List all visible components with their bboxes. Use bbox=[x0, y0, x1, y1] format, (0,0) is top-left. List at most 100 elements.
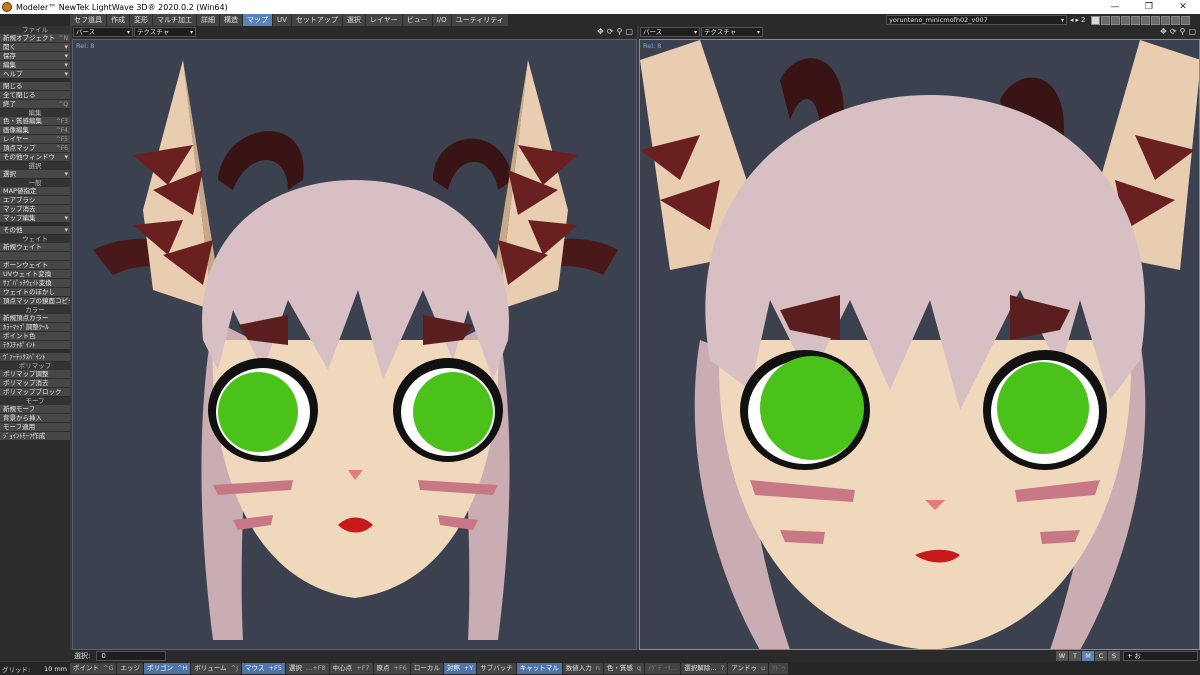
prev-layer-icon[interactable]: ◂ bbox=[1070, 16, 1074, 24]
sidebar-button[interactable]: ヘルプ bbox=[0, 70, 70, 79]
sidebar-button[interactable]: 全て閉じる bbox=[0, 91, 70, 100]
sidebar-button[interactable]: ｶﾗｰﾏｯﾌﾟ調整ﾂｰﾙ bbox=[0, 323, 70, 332]
sidebar-button[interactable]: 閉じる bbox=[0, 82, 70, 91]
move-view-icon[interactable]: ✥ bbox=[1160, 27, 1167, 36]
sidebar-button[interactable]: その他ウィンドウ bbox=[0, 153, 70, 162]
close-button[interactable]: ✕ bbox=[1166, 0, 1200, 14]
sidebar-button[interactable]: 新規モーフ bbox=[0, 405, 70, 414]
menu-tab[interactable]: レイヤー bbox=[365, 14, 403, 26]
sidebar-button[interactable]: ｻﾌﾞﾊﾟｯﾁｳｪｲﾄ変換 bbox=[0, 279, 70, 288]
menu-tab[interactable]: 作成 bbox=[107, 14, 130, 26]
mode-button[interactable]: ローカル bbox=[410, 663, 443, 674]
view-type-select[interactable]: パース bbox=[640, 27, 700, 37]
mode-button[interactable]: 選択 …+F8 bbox=[285, 663, 329, 674]
units-select[interactable]: + お bbox=[1123, 651, 1198, 661]
sidebar-button[interactable]: レイヤー ^F5 bbox=[0, 135, 70, 144]
layer-box[interactable] bbox=[1150, 15, 1160, 25]
maximize-view-icon[interactable]: ▢ bbox=[625, 27, 633, 36]
sidebar-button[interactable]: ｼﾞｮｲﾝﾄﾓｰﾌ作成 bbox=[0, 432, 70, 441]
mode-button[interactable]: 原点 +F6 bbox=[373, 663, 410, 674]
object-selector[interactable]: yorunteno_minicmofh02_v007 ▾ bbox=[886, 15, 1067, 25]
display-toggle-m[interactable]: M bbox=[1082, 651, 1094, 661]
sidebar-button[interactable]: 画像編集 ^F4 bbox=[0, 126, 70, 135]
render-mode-select[interactable]: テクスチャ bbox=[701, 27, 763, 37]
sidebar-button[interactable]: UVウェイト変換 bbox=[0, 270, 70, 279]
sidebar-button[interactable]: マップ編集 bbox=[0, 214, 70, 223]
sidebar-button[interactable]: 背景から挿入 bbox=[0, 414, 70, 423]
layer-box[interactable] bbox=[1120, 15, 1130, 25]
menu-tab[interactable]: 選択 bbox=[342, 14, 366, 26]
layer-box[interactable] bbox=[1160, 15, 1170, 25]
sidebar-button[interactable]: 新規頂点カラー bbox=[0, 314, 70, 323]
move-view-icon[interactable]: ✥ bbox=[597, 27, 604, 36]
rotate-view-icon[interactable]: ⟳ bbox=[1170, 27, 1177, 36]
mode-button[interactable]: 色・質感 q bbox=[603, 663, 645, 674]
sidebar-button[interactable]: 新規オブジェクト ^N bbox=[0, 34, 70, 43]
sidebar-button[interactable]: 終了 ^Q bbox=[0, 100, 70, 109]
maximize-view-icon[interactable]: ▢ bbox=[1188, 27, 1196, 36]
sidebar-button[interactable]: 開く bbox=[0, 43, 70, 52]
layer-box[interactable] bbox=[1090, 15, 1100, 25]
menu-tab[interactable]: マルチ加工 bbox=[153, 14, 197, 26]
sidebar-button[interactable]: 選択 bbox=[0, 170, 70, 179]
minimize-button[interactable]: — bbox=[1098, 0, 1132, 14]
mode-button[interactable]: サブパッチ bbox=[477, 663, 516, 674]
sidebar-button[interactable]: エアブラシ bbox=[0, 196, 70, 205]
layer-box[interactable] bbox=[1100, 15, 1110, 25]
sidebar-button[interactable]: 頂点マップの鏡面コピー bbox=[0, 297, 70, 306]
layer-box[interactable] bbox=[1110, 15, 1120, 25]
display-toggle-t[interactable]: T bbox=[1069, 651, 1081, 661]
mode-button[interactable]: ポリゴン ^H bbox=[143, 663, 191, 674]
mode-button[interactable]: 中心点 +F7 bbox=[329, 663, 373, 674]
maximize-button[interactable]: ❐ bbox=[1132, 0, 1166, 14]
sidebar-button[interactable]: ポリマップ調整 bbox=[0, 370, 70, 379]
render-mode-select[interactable]: テクスチャ bbox=[134, 27, 196, 37]
menu-tab[interactable]: 詳細 bbox=[197, 14, 220, 26]
mode-button[interactable]: ポイント ^G bbox=[70, 663, 117, 674]
menu-tab[interactable]: I/O bbox=[432, 14, 452, 26]
sidebar-button[interactable]: ﾃｸｽﾁｬﾎﾟｲﾝﾄ bbox=[0, 341, 70, 350]
sidebar-button[interactable]: 新規ウェイト bbox=[0, 243, 70, 252]
viewport-canvas[interactable]: Rel: 8 bbox=[639, 39, 1200, 650]
sidebar-button[interactable]: MAP値指定 bbox=[0, 187, 70, 196]
sidebar-button[interactable]: 保存 bbox=[0, 52, 70, 61]
sidebar-button[interactable]: ポリマップ消去 bbox=[0, 379, 70, 388]
layer-box[interactable] bbox=[1180, 15, 1190, 25]
next-layer-icon[interactable]: ▸ bbox=[1076, 16, 1080, 24]
sidebar-button[interactable]: 頂点マップ ^F6 bbox=[0, 144, 70, 153]
sidebar-button[interactable]: 編集 bbox=[0, 61, 70, 70]
sidebar-button[interactable]: モーフ適用 bbox=[0, 423, 70, 432]
menu-tab[interactable]: セフ道具 bbox=[70, 14, 107, 26]
sidebar-button[interactable]: ウェイトのぼかし bbox=[0, 288, 70, 297]
sidebar-button[interactable]: 色・質感編集 ^F3 bbox=[0, 117, 70, 126]
viewport-canvas[interactable]: Rel: 8 bbox=[72, 39, 637, 650]
menu-tab[interactable]: 変形 bbox=[130, 14, 153, 26]
sidebar-button[interactable]: ボーンウェイト bbox=[0, 261, 70, 270]
mode-button[interactable]: アンドゥ u bbox=[728, 663, 769, 674]
menu-tab[interactable]: ユーティリティ bbox=[451, 14, 509, 26]
menu-tab[interactable]: ビュー bbox=[402, 14, 433, 26]
menu-tab[interactable]: セットアップ bbox=[291, 14, 343, 26]
mode-button[interactable]: エッジ bbox=[117, 663, 143, 674]
sidebar-button[interactable]: ポリマップブロック bbox=[0, 388, 70, 397]
zoom-view-icon[interactable]: ⚲ bbox=[1180, 27, 1186, 36]
sidebar-button[interactable] bbox=[0, 252, 70, 261]
mode-button[interactable]: 数値入力 n bbox=[562, 663, 603, 674]
mode-button[interactable]: キャットマル bbox=[516, 663, 562, 674]
mode-button[interactable]: ﾒﾀﾞﾃﾞｰﾀ… bbox=[645, 663, 681, 674]
display-toggle-s[interactable]: S bbox=[1108, 651, 1120, 661]
sidebar-button[interactable]: その他 bbox=[0, 226, 70, 235]
mode-button[interactable]: ボリューム ^J bbox=[191, 663, 242, 674]
mode-button[interactable]: マウス +F5 bbox=[242, 663, 285, 674]
zoom-view-icon[interactable]: ⚲ bbox=[617, 27, 623, 36]
view-type-select[interactable]: パース bbox=[73, 27, 133, 37]
layer-box[interactable] bbox=[1130, 15, 1140, 25]
sidebar-button[interactable]: マップ消去 bbox=[0, 205, 70, 214]
menu-tab[interactable]: マップ bbox=[243, 14, 273, 26]
layer-box[interactable] bbox=[1170, 15, 1180, 25]
display-toggle-c[interactable]: C bbox=[1095, 651, 1107, 661]
menu-tab[interactable]: UV bbox=[273, 14, 292, 26]
rotate-view-icon[interactable]: ⟳ bbox=[607, 27, 614, 36]
layer-box[interactable] bbox=[1140, 15, 1150, 25]
mode-button[interactable]: 選択解除…? bbox=[681, 663, 728, 674]
